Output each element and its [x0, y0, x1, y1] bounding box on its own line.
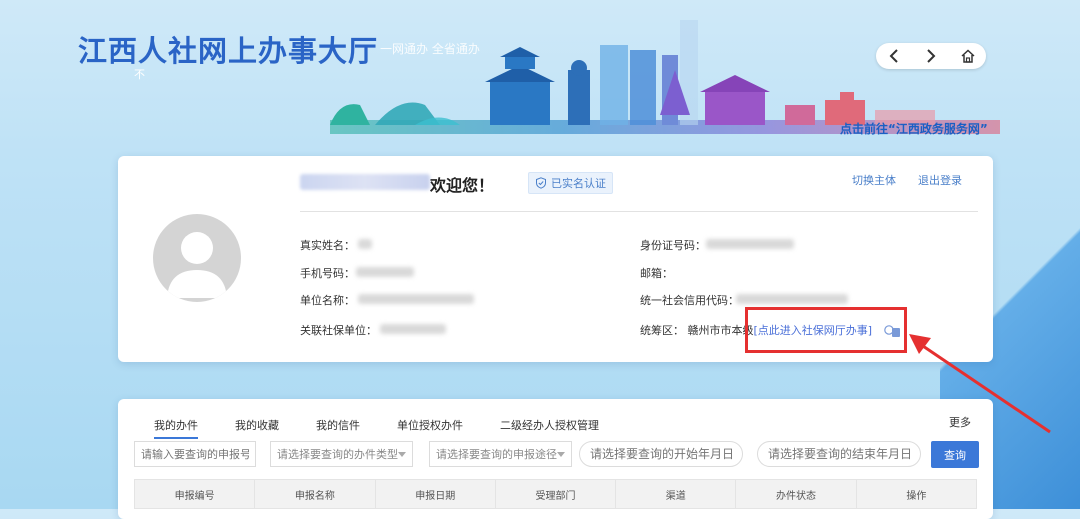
highlight-box	[745, 307, 907, 353]
avatar	[153, 214, 241, 302]
user-name-blurred	[300, 174, 430, 190]
site-small-char: 不	[134, 68, 145, 81]
credit-code-value-blurred	[736, 294, 848, 304]
gov-service-link[interactable]: 点击前往“江西政务服务网”	[840, 120, 988, 137]
column-header: 申报编号	[135, 480, 256, 508]
column-header: 申报日期	[376, 480, 496, 508]
phone-value-blurred	[356, 267, 414, 277]
logout-link[interactable]: 退出登录	[918, 172, 962, 188]
switch-subject-link[interactable]: 切换主体	[852, 172, 896, 188]
navigation-controls	[876, 43, 986, 69]
chevron-right-icon[interactable]	[918, 45, 944, 67]
task-type-select[interactable]: 请选择要查询的办件类型	[270, 441, 413, 467]
welcome-text: 欢迎您！	[430, 176, 495, 195]
column-header: 渠道	[616, 480, 737, 508]
start-date-input[interactable]	[579, 441, 743, 467]
id-number-value-blurred	[706, 239, 794, 249]
column-header: 办件状态	[736, 480, 857, 508]
channel-placeholder: 请选择要查询的申报途径	[436, 448, 557, 461]
field-region-label: 统筹区：	[640, 324, 684, 337]
task-type-placeholder: 请选择要查询的办件类型	[277, 448, 398, 461]
task-tabs: 我的办件 我的收藏 我的信件 单位授权办件 二级经办人授权管理	[154, 417, 636, 439]
field-credit-code-label: 统一社会信用代码：	[640, 294, 739, 307]
field-id-number-label: 身份证号码：	[640, 239, 706, 252]
more-link[interactable]: 更多	[949, 414, 971, 430]
home-icon[interactable]	[955, 45, 981, 67]
column-header: 申报名称	[255, 480, 376, 508]
linked-unit-value-blurred	[380, 324, 446, 334]
field-real-name-label: 真实姓名：	[300, 239, 355, 252]
tab-my-letters[interactable]: 我的信件	[316, 417, 360, 439]
end-date-input[interactable]	[757, 441, 921, 467]
tab-unit-authorized[interactable]: 单位授权办件	[397, 417, 463, 439]
caret-down-icon	[398, 451, 406, 457]
caret-down-icon	[557, 451, 565, 457]
field-linked-unit-label: 关联社保单位：	[300, 324, 377, 337]
channel-select[interactable]: 请选择要查询的申报途径	[429, 441, 572, 467]
table-header: 申报编号 申报名称 申报日期 受理部门 渠道 办件状态 操作	[134, 479, 977, 509]
field-unit-name-label: 单位名称：	[300, 294, 355, 307]
tab-my-favorites[interactable]: 我的收藏	[235, 417, 279, 439]
tab-my-tasks[interactable]: 我的办件	[154, 417, 198, 439]
column-header: 操作	[906, 490, 927, 502]
verified-badge: 已实名认证	[528, 172, 613, 194]
report-number-input[interactable]	[134, 441, 256, 467]
shield-check-icon	[536, 177, 546, 189]
region-value: 赣州市市本级	[687, 324, 754, 337]
column-header: 受理部门	[496, 480, 617, 508]
real-name-value-blurred	[358, 239, 372, 249]
field-phone-label: 手机号码：	[300, 267, 355, 280]
divider	[300, 211, 978, 212]
tasks-card: 我的办件 我的收藏 我的信件 单位授权办件 二级经办人授权管理 更多 请选择要查…	[118, 399, 993, 519]
tab-agent-authorization[interactable]: 二级经办人授权管理	[500, 417, 599, 439]
query-button[interactable]: 查询	[931, 441, 979, 468]
unit-name-value-blurred	[358, 294, 474, 304]
chevron-left-icon[interactable]	[881, 45, 907, 67]
verified-label: 已实名认证	[551, 177, 606, 190]
field-email-label: 邮箱：	[640, 267, 673, 280]
